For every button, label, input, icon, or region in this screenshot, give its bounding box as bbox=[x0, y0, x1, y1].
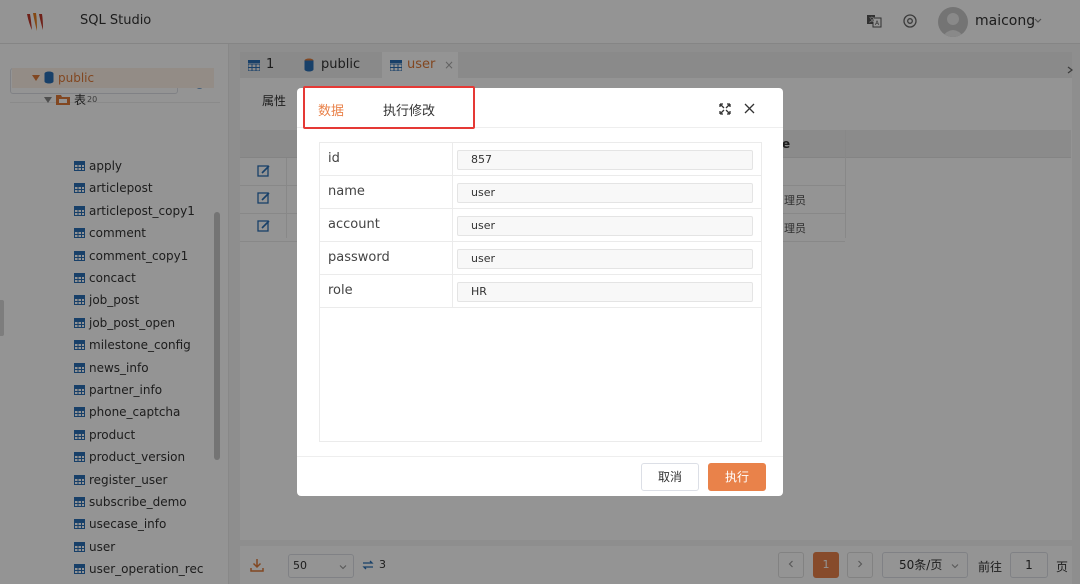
close-icon[interactable] bbox=[744, 103, 755, 114]
form-row-name: name user bbox=[320, 176, 761, 209]
field-label: password bbox=[328, 250, 390, 265]
divider bbox=[452, 242, 453, 275]
annotation-highlight-box bbox=[303, 86, 475, 129]
field-value-account[interactable]: user bbox=[457, 216, 753, 236]
form-row-role: role HR bbox=[320, 275, 761, 308]
cancel-button[interactable]: 取消 bbox=[641, 463, 699, 491]
fullscreen-icon[interactable] bbox=[719, 103, 731, 115]
field-label: name bbox=[328, 184, 365, 199]
dialog-footer-divider bbox=[297, 456, 783, 457]
field-value-role[interactable]: HR bbox=[457, 282, 753, 302]
form-row-password: password user bbox=[320, 242, 761, 275]
field-value-id[interactable]: 857 bbox=[457, 150, 753, 170]
form-row-account: account user bbox=[320, 209, 761, 242]
divider bbox=[452, 176, 453, 209]
field-label: account bbox=[328, 217, 380, 232]
divider bbox=[452, 209, 453, 242]
record-form: id 857 name user account user password u… bbox=[319, 142, 762, 442]
row-edit-dialog: 数据 执行修改 id 857 name user account user pa… bbox=[297, 88, 783, 496]
divider bbox=[452, 275, 453, 308]
field-value-password[interactable]: user bbox=[457, 249, 753, 269]
form-row-id: id 857 bbox=[320, 143, 761, 176]
divider bbox=[452, 143, 453, 176]
execute-button[interactable]: 执行 bbox=[708, 463, 766, 491]
field-value-name[interactable]: user bbox=[457, 183, 753, 203]
field-label: id bbox=[328, 151, 340, 166]
field-label: role bbox=[328, 283, 353, 298]
